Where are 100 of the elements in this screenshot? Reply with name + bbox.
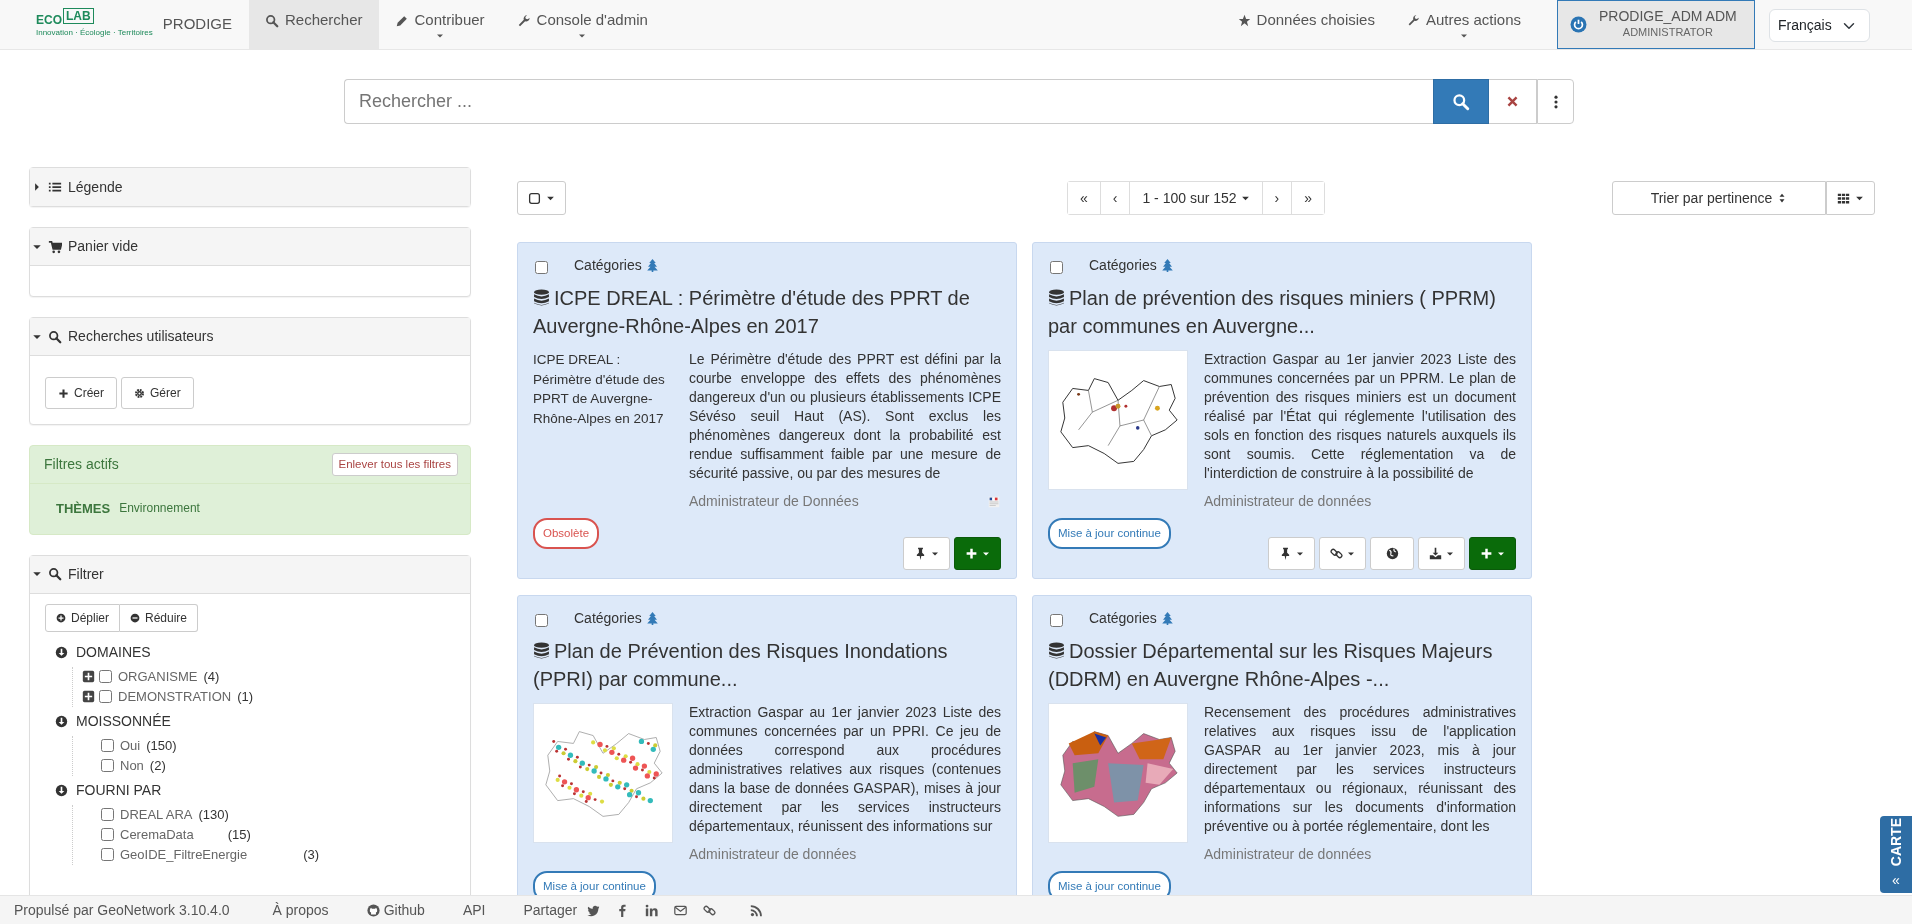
tab-arrows: « xyxy=(1892,870,1900,890)
expand-button[interactable]: Déplier xyxy=(45,603,120,632)
checkbox[interactable] xyxy=(101,848,114,861)
map-tab[interactable]: « CARTE xyxy=(1880,816,1912,893)
search-field[interactable]: Rechercher ... xyxy=(344,79,1433,124)
search-icon xyxy=(48,567,62,581)
download-button[interactable] xyxy=(1418,537,1465,570)
arrow-down-circle-icon xyxy=(55,645,68,659)
facet-group[interactable]: MOISSONNÉE xyxy=(55,706,455,736)
facet-label[interactable]: ORGANISME xyxy=(118,666,198,687)
map-thumbnail[interactable] xyxy=(1048,350,1188,490)
user-role: ADMINISTRATOR xyxy=(1621,24,1714,40)
record-abstract: Extraction Gaspar au 1er janvier 2023 Liste des communes concernées par un PPRI. Ce jeu de données correspond aux procédures administratives relatives aux risques (contenues dans la base de données GASPAR), mises à jour directement par les services instructeurs départementaux, réunissent des informations sur xyxy=(689,703,1001,836)
collapse-button[interactable]: Réduire xyxy=(120,603,199,632)
record-title[interactable]: Plan de prévention des risques miniers ( PPRM) par communes en Auvergne... xyxy=(1048,284,1516,340)
status-badge: Mise à jour continue xyxy=(1048,518,1171,550)
clear-button[interactable] xyxy=(1489,79,1537,124)
database-icon xyxy=(533,641,550,660)
checkbox[interactable] xyxy=(101,828,114,841)
category-label[interactable]: Catégories xyxy=(1089,608,1157,629)
link-icon[interactable] xyxy=(703,903,717,917)
checkbox[interactable] xyxy=(1050,261,1063,274)
panel-header[interactable]: Recherches utilisateurs xyxy=(30,318,470,356)
checkbox[interactable] xyxy=(535,261,548,274)
checkbox[interactable] xyxy=(99,670,112,683)
database-icon xyxy=(533,288,550,307)
nav-item[interactable]: Rechercher xyxy=(249,0,379,49)
powered-by-text: Propulsé par GeoNetwork 3.10.4.0 xyxy=(14,900,230,920)
logo-box: LAB xyxy=(63,8,94,24)
tree-icon xyxy=(1160,612,1174,625)
checkbox[interactable] xyxy=(99,690,112,703)
category-label[interactable]: Catégories xyxy=(1089,255,1157,276)
panel-header[interactable]: Filtrer xyxy=(30,555,470,594)
search-icon xyxy=(265,13,279,28)
facet-group[interactable]: FOURNI PAR xyxy=(55,775,455,805)
record-author: Administrateur de Données xyxy=(689,492,859,511)
checkbox[interactable] xyxy=(535,614,548,627)
panel-header[interactable]: Panier vide xyxy=(30,228,470,266)
footer-link[interactable]: À propos xyxy=(272,899,329,921)
facet-count: (150) xyxy=(146,736,177,755)
clear-filters-button[interactable]: Enlever tous les filtres xyxy=(331,452,458,477)
brand-name[interactable]: PRODIGE xyxy=(162,13,232,49)
facet-label[interactable]: Non xyxy=(120,755,144,776)
record-title[interactable]: Plan de Prévention des Risques Inondations (PPRI) par commune... xyxy=(533,637,1001,693)
facet-label[interactable]: CeremaData xyxy=(120,824,194,845)
status-badge: Obsolète xyxy=(533,518,600,550)
thumbnail-caption: ICPE DREAL : Périmètre d'étude des PPRT de Auvergne-Rhône-Alpes en 2017 xyxy=(533,351,666,428)
record-title[interactable]: ICPE DREAL : Périmètre d'étude des PPRT de Auvergne-Rhône-Alpes en 2017 xyxy=(533,284,1001,340)
map-thumbnail[interactable] xyxy=(1048,703,1188,843)
sort-dropdown[interactable]: Trier par pertinence xyxy=(1612,181,1826,215)
facet-count: (3) xyxy=(303,845,320,864)
twitter-icon[interactable] xyxy=(587,903,601,917)
status-badge: Mise à jour continue xyxy=(533,871,656,895)
footer-link[interactable]: Github xyxy=(366,899,425,921)
search-button[interactable] xyxy=(1433,79,1489,124)
close-icon xyxy=(1506,95,1519,108)
language-select[interactable]: Français xyxy=(1769,9,1870,42)
minus-circle-icon xyxy=(130,612,140,623)
filter-value[interactable]: Environnement xyxy=(119,499,200,519)
nav-item[interactable]: Autres actions xyxy=(1390,0,1537,49)
panel-header[interactable]: Légende xyxy=(30,168,470,206)
user-menu[interactable]: PRODIGE_ADM ADM ADMINISTRATOR xyxy=(1557,0,1755,49)
pin-icon xyxy=(1279,547,1292,560)
pencil-icon xyxy=(394,13,409,28)
view-mode-button[interactable] xyxy=(1826,181,1875,215)
checkbox[interactable] xyxy=(101,739,114,752)
category-label[interactable]: Catégories xyxy=(574,255,642,276)
pin-icon xyxy=(914,547,927,560)
globe-button[interactable] xyxy=(1370,537,1414,570)
nav-item[interactable]: Contribuer xyxy=(378,0,501,49)
pagination-button[interactable]: » xyxy=(1291,182,1325,214)
facet-label[interactable]: DREAL ARA xyxy=(120,804,193,825)
record-title[interactable]: Dossier Départemental sur les Risques Majeurs (DDRM) en Auvergne Rhône-Alpes -... xyxy=(1048,637,1516,693)
pin-button[interactable] xyxy=(903,537,950,570)
rss-icon[interactable] xyxy=(750,903,764,917)
star-icon xyxy=(1237,14,1251,27)
nav-item[interactable]: Console d'admin xyxy=(500,0,664,49)
links-button[interactable] xyxy=(1319,537,1366,570)
panel-button[interactable]: Gérer xyxy=(121,377,194,409)
facet-group[interactable]: DOMAINES xyxy=(55,637,455,667)
mail-icon[interactable] xyxy=(674,903,688,917)
checkbox[interactable] xyxy=(1050,614,1063,627)
facet-label[interactable]: GeoIDE_FiltreEnergie xyxy=(120,844,248,865)
pin-button[interactable] xyxy=(1268,537,1315,570)
linkedin-icon[interactable] xyxy=(645,903,659,917)
logo-text: ECO xyxy=(36,14,62,26)
facet-count: (4) xyxy=(203,667,220,686)
map-thumbnail[interactable] xyxy=(533,703,673,843)
category-label[interactable]: Catégories xyxy=(574,608,642,629)
facet-label[interactable]: Oui xyxy=(120,735,141,756)
nav-item[interactable]: Données choisies xyxy=(1221,0,1391,49)
select-all-button[interactable] xyxy=(517,181,566,215)
facet-label[interactable]: DEMONSTRATION xyxy=(118,686,232,707)
checkbox[interactable] xyxy=(101,808,114,821)
footer-link[interactable]: API xyxy=(462,899,486,921)
panel-button[interactable]: Créer xyxy=(45,377,117,409)
add-button[interactable] xyxy=(1469,537,1516,570)
cart-icon xyxy=(48,239,62,254)
checkbox[interactable] xyxy=(101,759,114,772)
add-button[interactable] xyxy=(954,537,1001,570)
